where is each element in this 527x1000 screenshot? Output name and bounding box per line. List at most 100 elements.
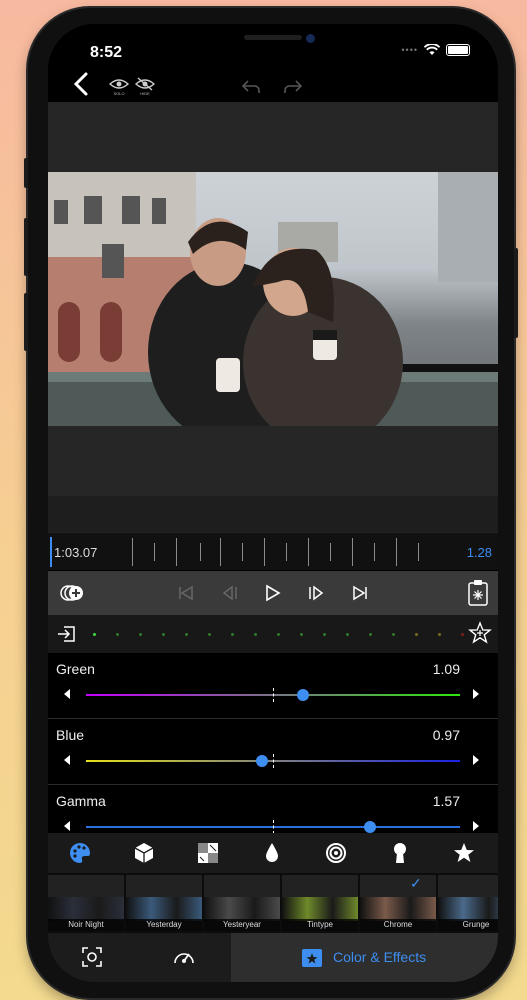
- level-meter-dot: [438, 633, 441, 636]
- cube-icon[interactable]: [132, 841, 156, 865]
- preset-thumbnail: [438, 897, 498, 921]
- solo-eye-icon[interactable]: SOLO: [108, 77, 130, 97]
- preset-label: Noir Night: [48, 919, 124, 931]
- level-meter-dot: [231, 633, 234, 636]
- level-meter-dot: [415, 633, 418, 636]
- default-marker: [273, 688, 274, 702]
- level-meter-dot: [208, 633, 211, 636]
- increment-arrow-icon[interactable]: [473, 821, 479, 831]
- level-meter-dot: [461, 633, 464, 636]
- level-meter-dot: [254, 633, 257, 636]
- slider-label: Green: [56, 661, 95, 677]
- preset-thumbnail: [360, 897, 436, 921]
- level-meter-dot: [116, 633, 119, 636]
- preset-noir-night[interactable]: Noir Night: [48, 875, 124, 931]
- wifi-icon: [424, 44, 440, 55]
- preset-label: Yesterday: [126, 919, 202, 931]
- slider-value: 1.09: [432, 661, 460, 677]
- zoom-level[interactable]: 1.28: [467, 545, 492, 560]
- timeline-tick: [374, 543, 375, 561]
- framing-icon[interactable]: [80, 945, 104, 969]
- preset-label: Tintype: [282, 919, 358, 931]
- video-preview[interactable]: [48, 172, 498, 426]
- timeline-tick: [176, 538, 177, 566]
- clipboard-icon[interactable]: [466, 579, 490, 607]
- preset-label: Grunge: [438, 919, 498, 931]
- timeline-tick: [154, 543, 155, 561]
- level-meter-dot: [300, 633, 303, 636]
- hide-eye-icon[interactable]: HIDE: [134, 77, 156, 97]
- battery-icon: [446, 44, 470, 56]
- timecode: 1:03.07: [54, 545, 98, 560]
- tab-color-effects-label: Color & Effects: [333, 949, 427, 965]
- keyhole-icon[interactable]: [388, 841, 412, 865]
- decrement-arrow-icon[interactable]: [64, 755, 70, 765]
- star-icon[interactable]: [452, 841, 476, 865]
- level-meter-dot: [346, 633, 349, 636]
- preset-thumbnail: [126, 897, 202, 921]
- level-meter-dot: [369, 633, 372, 636]
- favorite-star-icon[interactable]: [468, 621, 492, 645]
- timeline-tick: [264, 538, 265, 566]
- slider-label: Gamma: [56, 793, 106, 809]
- slider-knob[interactable]: [255, 755, 268, 767]
- decrement-arrow-icon[interactable]: [64, 821, 70, 831]
- preset-thumbnail: [204, 897, 280, 921]
- preset-label: Yesteryear: [204, 919, 280, 931]
- preset-yesterday[interactable]: Yesterday: [126, 875, 202, 931]
- increment-arrow-icon[interactable]: [473, 755, 479, 765]
- level-meter-dot: [93, 633, 96, 636]
- increment-arrow-icon[interactable]: [473, 689, 479, 699]
- back-chevron-icon[interactable]: [70, 71, 94, 97]
- app-screen: 8:52 •••• SOLO HIDE 1:03.07 1.28 Green 1…: [48, 24, 498, 982]
- redo-icon[interactable]: [282, 79, 304, 95]
- preset-thumbnail: [48, 897, 124, 921]
- status-time: 8:52: [90, 44, 123, 61]
- preview-spacer: [48, 496, 498, 532]
- timeline-tick: [396, 538, 397, 566]
- add-clip-icon[interactable]: [60, 583, 84, 603]
- preview-padding-bottom: [48, 426, 498, 496]
- slider-knob[interactable]: [296, 689, 309, 701]
- level-meter-dot: [139, 633, 142, 636]
- default-marker: [273, 754, 274, 768]
- import-icon[interactable]: [56, 623, 78, 645]
- preset-chrome[interactable]: Chrome ✓: [360, 875, 436, 931]
- level-meter-dot: [185, 633, 188, 636]
- palette-icon[interactable]: [68, 841, 92, 865]
- step-back-icon[interactable]: [220, 583, 240, 603]
- step-forward-icon[interactable]: [306, 583, 326, 603]
- preset-yesteryear[interactable]: Yesteryear: [204, 875, 280, 931]
- notch: [160, 24, 386, 56]
- transport-controls: [48, 571, 498, 615]
- timeline-tick: [242, 543, 243, 561]
- timeline-scrubber[interactable]: 1:03.07 1.28: [48, 532, 498, 570]
- slider-knob[interactable]: [364, 821, 377, 833]
- top-toolbar: SOLO HIDE: [48, 69, 498, 101]
- skip-to-start-icon[interactable]: [176, 583, 196, 603]
- preset-label: Chrome: [360, 919, 436, 931]
- level-meter-dot: [277, 633, 280, 636]
- preset-grunge[interactable]: Grunge: [438, 875, 498, 931]
- timeline-tick: [200, 543, 201, 561]
- timeline-tick: [352, 538, 353, 566]
- drop-icon[interactable]: [260, 841, 284, 865]
- level-meter-dot: [392, 633, 395, 636]
- bottom-tab-bar: Color & Effects: [48, 933, 498, 982]
- preset-tintype[interactable]: Tintype: [282, 875, 358, 931]
- slider-value: 0.97: [432, 727, 460, 743]
- decrement-arrow-icon[interactable]: [64, 689, 70, 699]
- slider-row-blue: Blue 0.97: [48, 719, 498, 785]
- signal-icon: ••••: [401, 45, 418, 55]
- skip-to-end-icon[interactable]: [350, 583, 370, 603]
- preview-padding-top: [48, 102, 498, 172]
- status-indicators: ••••: [401, 44, 470, 56]
- preset-thumbnail: [282, 897, 358, 921]
- playhead[interactable]: [50, 537, 52, 567]
- level-meter-dot: [323, 633, 326, 636]
- play-icon[interactable]: [262, 583, 282, 603]
- texture-icon[interactable]: [196, 841, 220, 865]
- speed-gauge-icon[interactable]: [172, 945, 196, 969]
- spiral-icon[interactable]: [324, 841, 348, 865]
- undo-icon[interactable]: [240, 79, 262, 95]
